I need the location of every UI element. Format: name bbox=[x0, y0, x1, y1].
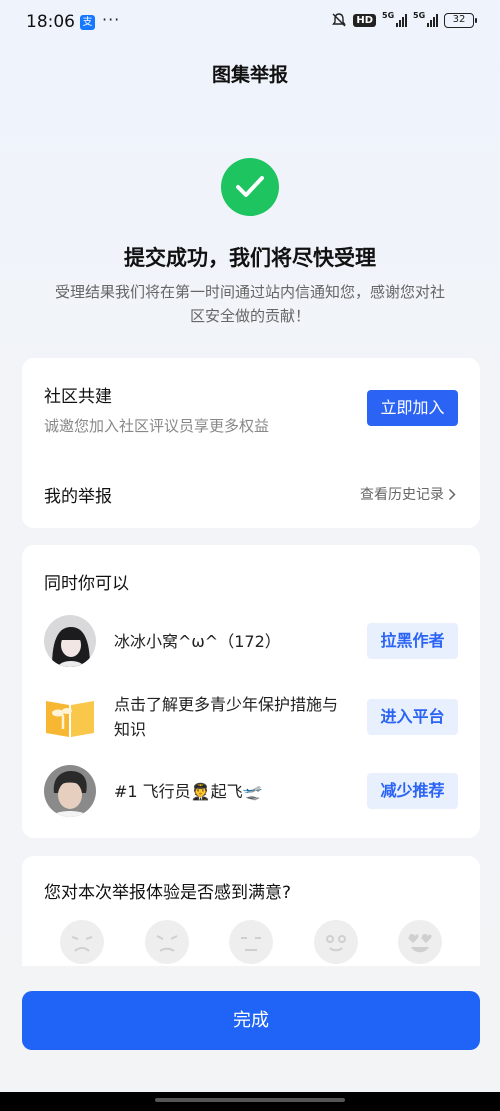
hd-badge: HD bbox=[353, 13, 376, 27]
battery-icon: 32 bbox=[444, 12, 477, 28]
view-history-label: 查看历史记录 bbox=[360, 487, 444, 503]
very-satisfied-face-icon[interactable] bbox=[398, 920, 442, 964]
view-history-link[interactable]: 查看历史记录 bbox=[360, 484, 456, 504]
community-desc: 诚邀您加入社区评议员享更多权益 bbox=[44, 417, 270, 435]
more-notifications-icon: ··· bbox=[102, 10, 121, 29]
list-item-text: 冰冰小窝^ω^（172） bbox=[114, 631, 281, 651]
list-item: #1 飞行员🧑‍✈️起飞🛫 减少推荐 bbox=[44, 765, 458, 821]
status-indicators: HD 5G 5G 32 bbox=[331, 11, 477, 28]
reduce-recommendation-button[interactable]: 减少推荐 bbox=[367, 773, 458, 809]
status-time: 18:06 bbox=[26, 12, 75, 32]
satisfaction-card: 您对本次举报体验是否感到满意? bbox=[22, 856, 480, 966]
community-card: 社区共建 诚邀您加入社区评议员享更多权益 立即加入 我的举报 查看历史记录 bbox=[22, 358, 480, 528]
page-title: 图集举报 bbox=[211, 64, 288, 86]
my-report-label: 我的举报 bbox=[44, 487, 112, 507]
success-check-icon bbox=[221, 158, 279, 216]
avatar bbox=[44, 615, 96, 667]
signal-icon-2: 5G bbox=[413, 11, 438, 27]
rating-faces bbox=[60, 920, 442, 964]
success-subtext: 受理结果我们将在第一时间通过站内信通知您，感谢您对社区安全做的贡献！ bbox=[54, 283, 445, 325]
block-author-button[interactable]: 拉黑作者 bbox=[367, 623, 458, 659]
avatar bbox=[44, 765, 96, 817]
list-item: 点击了解更多青少年保护措施与知识 进入平台 bbox=[44, 691, 458, 747]
mute-icon bbox=[332, 13, 347, 27]
status-bar: 18:06 支 ··· HD 5G 5G 32 bbox=[0, 0, 500, 44]
join-now-button[interactable]: 立即加入 bbox=[367, 390, 458, 426]
book-icon bbox=[44, 691, 96, 743]
home-indicator[interactable] bbox=[155, 1098, 345, 1102]
neutral-face-icon[interactable] bbox=[229, 920, 273, 964]
satisfied-face-icon[interactable] bbox=[313, 920, 358, 964]
satisfaction-question: 您对本次举报体验是否感到满意? bbox=[44, 883, 292, 903]
done-button[interactable]: 完成 bbox=[22, 991, 480, 1050]
very-unsatisfied-face-icon[interactable] bbox=[60, 920, 104, 964]
unsatisfied-face-icon[interactable] bbox=[144, 920, 189, 964]
also-you-can-card: 同时你可以 冰冰小窝^ω^（172） 拉黑作者 点击了解更多青少年保护措施与知识… bbox=[22, 545, 480, 838]
list-item-text: 点击了解更多青少年保护措施与知识 bbox=[114, 695, 339, 739]
chevron-right-icon bbox=[448, 488, 456, 500]
list-item: 冰冰小窝^ω^（172） 拉黑作者 bbox=[44, 615, 458, 671]
also-you-can-title: 同时你可以 bbox=[44, 574, 129, 594]
success-headline: 提交成功，我们将尽快受理 bbox=[124, 246, 376, 270]
signal-icon: 5G bbox=[382, 11, 407, 27]
community-title: 社区共建 bbox=[44, 387, 112, 407]
list-item-text: #1 飞行员🧑‍✈️起飞🛫 bbox=[114, 781, 263, 801]
alipay-icon: 支 bbox=[80, 15, 95, 30]
enter-platform-button[interactable]: 进入平台 bbox=[367, 699, 458, 735]
